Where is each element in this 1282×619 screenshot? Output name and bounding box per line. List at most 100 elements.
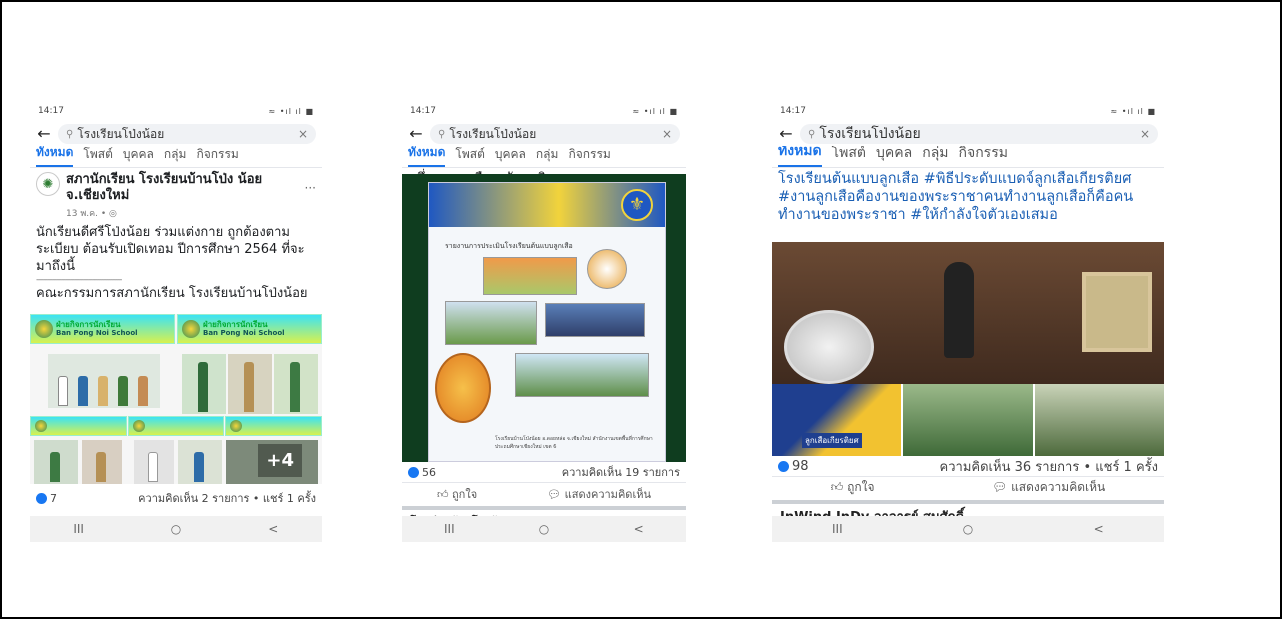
tab-people[interactable]: บุคคล [495,146,526,167]
back-nav-icon[interactable]: < [258,522,288,536]
status-time: 14:17 [780,106,806,116]
like-button[interactable]: 👍︎ ถูกใจ [831,478,875,497]
like-count[interactable]: 98 [778,459,809,474]
collage-photo[interactable] [274,354,318,414]
tab-groups[interactable]: กลุ่ม [922,146,948,167]
post-header: ✺ สภานักเรียน โรงเรียนบ้านโป่ง น้อย จ.เช… [30,168,322,208]
reaction-stats: 56 ความคิดเห็น 19 รายการ [402,462,686,482]
obec-emblem-icon [435,353,491,423]
badge-photo[interactable]: ลูกเสือเกียรติยศ [772,384,902,456]
tab-groups[interactable]: กลุ่ม [536,146,559,167]
tab-events[interactable]: กิจกรรม [568,146,610,167]
tab-people[interactable]: บุคคล [123,146,154,167]
school-logo-icon [133,420,145,432]
ceremony-photo[interactable] [1034,384,1164,456]
comment-button[interactable]: 💬︎ แสดงความคิดเห็น [992,478,1105,497]
collage-photo[interactable] [82,440,122,484]
collage-photo[interactable] [34,440,78,484]
like-button[interactable]: 👍︎ ถูกใจ [437,485,477,503]
poster-photo [515,353,649,397]
android-nav-bar: III ○ < [402,516,686,542]
poster-sheet: ⚜ รายงานการประเมินโรงเรียนต้นแบบลูกเสือ … [428,182,666,462]
back-nav-icon[interactable]: < [1084,522,1114,536]
search-row: ← ⚲ โรงเรียนโป่งน้อย × [402,122,686,146]
post-text-hashtags[interactable]: โรงเรียนต้นแบบลูกเสือ #พิธีประดับแบดจ์ลู… [772,168,1164,224]
photo-collage[interactable]: ฝ่ายกิจการนักเรียน Ban Pong Noi School ฝ่… [30,314,322,484]
tab-all[interactable]: ทั้งหมด [778,146,822,167]
poster-footer: โรงเรียนบ้านโป่งน้อย อ.ดอยหล่อ จ.เชียงให… [495,436,653,450]
page-name[interactable]: สภานักเรียน โรงเรียนบ้านโป่ง น้อย จ.เชีย… [66,172,299,204]
tab-posts[interactable]: โพสต์ [455,146,484,167]
portrait-frame [784,310,874,384]
search-input[interactable]: ⚲ โรงเรียนโป่งน้อย × [800,124,1158,144]
banner: ฝ่ายกิจการนักเรียน Ban Pong Noi School [177,314,322,344]
page-avatar[interactable]: ✺ [36,172,60,196]
back-arrow-icon[interactable]: ← [36,126,52,142]
signal-icons: ≈ •ıl ıl ■ [632,106,678,116]
collage-photo[interactable] [48,354,160,408]
post-divider: -------------------------------------- [36,275,122,285]
tab-events[interactable]: กิจกรรม [959,146,1008,167]
more-options-icon[interactable]: ··· [305,181,316,195]
filter-tabs: ทั้งหมด โพสต์ บุคคล กลุ่ม กิจกรรม [772,146,1164,168]
comments-count[interactable]: ความคิดเห็น 19 รายการ [562,463,680,481]
more-photos-count[interactable]: +4 [258,444,302,477]
collage-photo[interactable] [182,354,226,414]
banner-subtitle: Ban Pong Noi School [56,329,138,337]
phone-screenshot-2: 14:17 ≈ •ıl ıl ■ ← ⚲ โรงเรียนโป่งน้อย × … [402,100,686,542]
search-icon: ⚲ [438,128,446,140]
school-logo-icon [182,320,200,338]
like-icon [36,492,47,504]
back-arrow-icon[interactable]: ← [778,126,794,142]
search-icon: ⚲ [66,128,74,140]
tab-all[interactable]: ทั้งหมด [408,146,446,167]
clear-icon[interactable]: × [1140,127,1150,141]
search-icon: ⚲ [808,128,816,140]
tab-posts[interactable]: โพสต์ [832,146,866,167]
recent-apps-icon[interactable]: III [822,522,852,536]
recent-apps-icon[interactable]: III [434,522,464,536]
comment-button[interactable]: 💬︎ แสดงความคิดเห็น [547,485,651,503]
banner-small [128,416,224,436]
comments-shares[interactable]: ความคิดเห็น 36 รายการ • แชร์ 1 ครั้ง [940,456,1158,477]
home-icon[interactable]: ○ [161,522,191,536]
like-count[interactable]: 56 [408,466,436,479]
tab-posts[interactable]: โพสต์ [83,146,112,167]
recent-apps-icon[interactable]: III [64,522,94,536]
thumbs-up-icon: 👍︎ [830,480,848,494]
back-arrow-icon[interactable]: ← [408,126,424,142]
picture-frame [1082,272,1152,352]
post-photo-main[interactable] [772,242,1164,384]
like-count[interactable]: 7 [36,492,57,505]
tab-all[interactable]: ทั้งหมด [36,146,74,167]
tab-people[interactable]: บุคคล [876,146,912,167]
back-nav-icon[interactable]: < [624,522,654,536]
comments-shares[interactable]: ความคิดเห็น 2 รายการ • แชร์ 1 ครั้ง [138,489,316,507]
school-logo-icon [35,420,47,432]
badge-label: ลูกเสือเกียรติยศ [802,433,862,448]
tab-groups[interactable]: กลุ่ม [164,146,187,167]
status-time: 14:17 [38,106,64,116]
home-icon[interactable]: ○ [529,522,559,536]
poster-image[interactable]: ⚜ รายงานการประเมินโรงเรียนต้นแบบลูกเสือ … [402,174,686,462]
search-input[interactable]: ⚲ โรงเรียนโป่งน้อย × [430,124,680,144]
post-actions: 👍︎ ถูกใจ 💬︎ แสดงความคิดเห็น [402,482,686,504]
status-time: 14:17 [410,106,436,116]
collage-photo[interactable] [134,440,174,484]
collage-photo[interactable] [178,440,222,484]
signal-icons: ≈ •ıl ıl ■ [1110,106,1156,116]
poster-photo [445,301,537,345]
status-bar: 14:17 ≈ •ıl ıl ■ [402,100,686,122]
collage-photo[interactable] [228,354,272,414]
reaction-stats: 98 ความคิดเห็น 36 รายการ • แชร์ 1 ครั้ง [772,456,1164,476]
home-icon[interactable]: ○ [953,522,983,536]
tab-events[interactable]: กิจกรรม [196,146,238,167]
clear-icon[interactable]: × [662,127,672,141]
ceremony-photo[interactable] [903,384,1033,456]
post-photo-row[interactable]: ลูกเสือเกียรติยศ [772,384,1164,456]
search-query: โรงเรียนโป่งน้อย [819,126,921,142]
comment-bubble-icon: 💬︎ [547,487,565,501]
search-input[interactable]: ⚲ โรงเรียนโป่งน้อย × [58,124,316,144]
poster-photo [483,257,577,295]
clear-icon[interactable]: × [298,127,308,141]
